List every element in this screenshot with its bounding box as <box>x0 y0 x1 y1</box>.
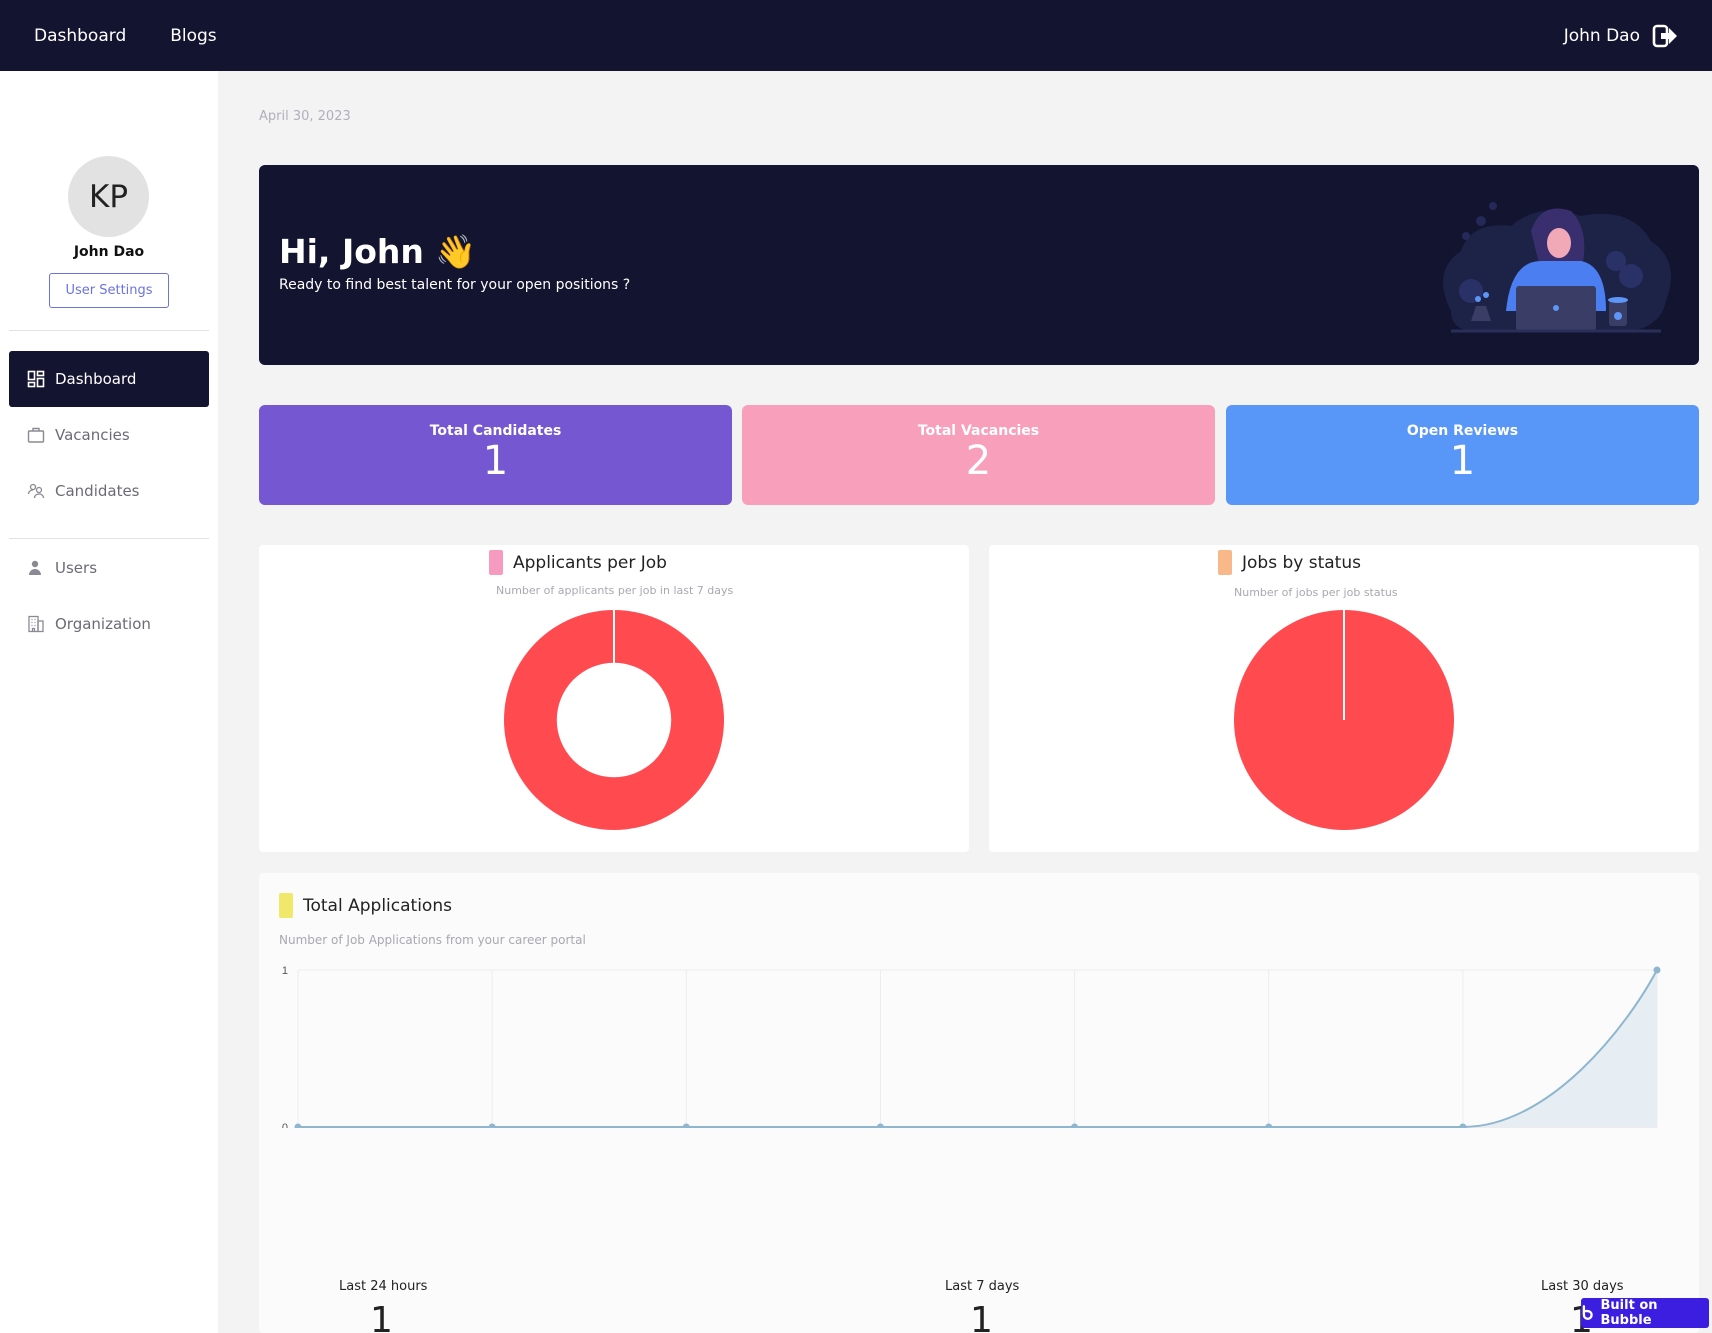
sidebar: KP John Dao User Settings Dashboard Vaca… <box>0 71 218 1333</box>
topbar-user-name[interactable]: John Dao <box>1564 26 1640 46</box>
data-point <box>1265 1123 1273 1128</box>
metric-label: Last 24 hours <box>339 1279 428 1294</box>
jobs-pie-chart <box>1234 610 1454 830</box>
user-icon <box>29 560 41 575</box>
card-title: Total Applications <box>279 893 452 918</box>
sidebar-item-label: Candidates <box>55 482 140 500</box>
legend-swatch <box>279 893 293 918</box>
building-icon <box>28 615 44 633</box>
applications-area-chart: 014/23/234/24/234/25/234/26/234/27/234/2… <box>282 965 1661 1128</box>
data-point <box>1071 1123 1079 1128</box>
candidates-icon <box>27 483 45 499</box>
logout-icon[interactable] <box>1652 23 1678 49</box>
legend-swatch <box>489 550 503 575</box>
data-point <box>876 1123 884 1128</box>
y-tick-label: 0 <box>282 1122 288 1128</box>
sidebar-divider <box>9 538 209 539</box>
data-point <box>1459 1123 1467 1128</box>
card-title: Applicants per Job <box>489 550 667 575</box>
open-reviews-card: Open Reviews 1 <box>1226 405 1699 505</box>
metric-value: 1 <box>370 1300 393 1333</box>
data-point <box>488 1123 496 1128</box>
nav-dashboard-link[interactable]: Dashboard <box>34 26 126 46</box>
stat-value: 1 <box>1449 438 1476 484</box>
nav-blogs-link[interactable]: Blogs <box>170 26 216 46</box>
area-fill <box>298 970 1657 1127</box>
data-point <box>682 1123 690 1128</box>
total-applications-card: Total Applications Number of Job Applica… <box>259 873 1699 1333</box>
stat-label: Total Vacancies <box>917 423 1040 439</box>
welcome-title: Hi, John 👋 <box>279 232 477 271</box>
data-point <box>1653 966 1661 974</box>
sidebar-item-label: Organization <box>55 615 151 633</box>
sidebar-user-name: John Dao <box>73 244 145 260</box>
card-title: Jobs by status <box>1218 550 1361 575</box>
jobs-by-status-card: Jobs by status Number of jobs per job st… <box>989 545 1699 852</box>
built-on-bubble-badge[interactable]: Built on Bubble <box>1581 1298 1709 1328</box>
sidebar-item-label: Users <box>55 559 98 577</box>
welcome-subtitle: Ready to find best talent for your open … <box>279 277 631 293</box>
avatar: KP <box>68 156 149 237</box>
badge-label: Built on Bubble <box>1600 1298 1658 1328</box>
top-navbar: Dashboard Blogs John Dao <box>0 0 1712 71</box>
stat-value: 1 <box>482 438 509 484</box>
welcome-banner: Hi, John 👋 Ready to find best talent for… <box>259 165 1699 365</box>
total-candidates-card: Total Candidates 1 <box>259 405 732 505</box>
dashboard-icon <box>27 370 45 388</box>
sidebar-item-users[interactable]: Users <box>9 540 209 596</box>
sidebar-item-organization[interactable]: Organization <box>9 596 209 652</box>
sidebar-item-label: Dashboard <box>55 370 137 388</box>
current-date: April 30, 2023 <box>259 109 351 124</box>
stat-label: Open Reviews <box>1406 423 1519 439</box>
metric-label: Last 30 days <box>1541 1279 1624 1294</box>
jobs-title: Jobs by status <box>1242 552 1361 573</box>
user-settings-button[interactable]: User Settings <box>49 273 169 308</box>
applications-subtitle: Number of Job Applications from your car… <box>279 933 586 947</box>
sidebar-item-dashboard[interactable]: Dashboard <box>9 351 209 407</box>
metric-value: 1 <box>970 1300 993 1333</box>
applicants-subtitle: Number of applicants per job in last 7 d… <box>496 584 734 597</box>
woman-at-laptop-illustration <box>1443 202 1671 333</box>
data-point <box>294 1123 302 1128</box>
series-line <box>298 969 1658 1128</box>
applicants-per-job-card: Applicants per Job Number of applicants … <box>259 545 969 852</box>
applications-title: Total Applications <box>303 895 452 916</box>
stat-label: Total Candidates <box>429 423 562 439</box>
applicants-title: Applicants per Job <box>513 552 667 573</box>
jobs-subtitle: Number of jobs per job status <box>1234 586 1398 599</box>
sidebar-item-vacancies[interactable]: Vacancies <box>9 407 209 463</box>
sidebar-item-candidates[interactable]: Candidates <box>9 463 209 519</box>
briefcase-icon <box>27 427 45 443</box>
legend-swatch <box>1218 550 1232 575</box>
donut-hole <box>556 662 672 778</box>
sidebar-divider <box>9 330 209 331</box>
stat-value: 2 <box>965 438 992 484</box>
sidebar-item-label: Vacancies <box>55 426 130 444</box>
y-tick-label: 1 <box>282 965 288 977</box>
total-vacancies-card: Total Vacancies 2 <box>742 405 1215 505</box>
applicants-donut-chart <box>504 610 724 830</box>
metric-label: Last 7 days <box>945 1279 1020 1294</box>
bubble-logo-icon <box>1582 1305 1593 1320</box>
topbar-user: John Dao <box>1564 23 1678 49</box>
